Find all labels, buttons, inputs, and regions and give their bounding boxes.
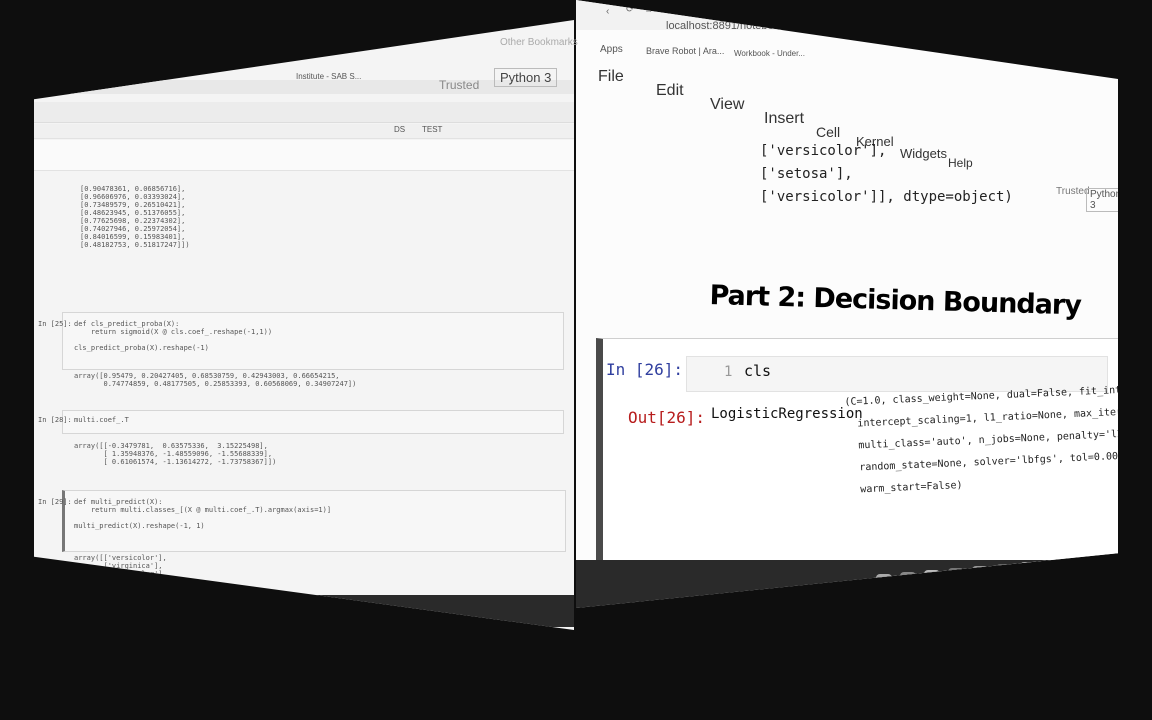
- bookmark-ds[interactable]: DS: [394, 125, 405, 134]
- left-notebook-header: [34, 140, 574, 171]
- dock-app-icon[interactable]: [924, 570, 940, 586]
- bookmarks-bar: Apps Brave Robot | Ara... Workbook - Und…: [576, 40, 1118, 60]
- jupyter-menu-bar: File Edit View Insert Cell Kernel Widget…: [576, 60, 1118, 170]
- line-number: 1: [724, 364, 733, 380]
- menu-file[interactable]: File: [598, 68, 624, 86]
- dock-app-icon[interactable]: [102, 603, 118, 619]
- left-browser-bar: [34, 102, 574, 123]
- left-trusted-indicator[interactable]: Trusted: [439, 78, 479, 92]
- menu-view[interactable]: View: [710, 96, 744, 114]
- mac-menu-bar: ‹ ⟳ ⌂: [576, 0, 1118, 30]
- left-tab-title[interactable]: Institute - SAB S...: [296, 72, 361, 81]
- kernel-indicator[interactable]: Python 3: [1086, 188, 1118, 212]
- left-cell-3-code[interactable]: def multi_predict(X): return multi.class…: [74, 498, 331, 530]
- dock-app-icon[interactable]: [126, 603, 142, 619]
- back-arrow-icon[interactable]: ‹: [606, 6, 609, 17]
- right-dock: [576, 560, 1118, 608]
- left-browser-window: DS TEST Institute - SAB S... Trusted Pyt…: [34, 20, 574, 630]
- reload-icon[interactable]: ⟳: [626, 4, 634, 15]
- dock-app-icon[interactable]: [54, 603, 70, 619]
- left-cell-3-output: array([['versicolor'], ['virginica'], ['…: [74, 554, 167, 578]
- dock-app-icon[interactable]: [972, 566, 988, 582]
- menu-edit[interactable]: Edit: [656, 82, 684, 100]
- bookmark-test[interactable]: TEST: [422, 125, 442, 134]
- output-prompt: Out[26]:: [628, 408, 706, 427]
- bookmark-workbook[interactable]: Workbook - Under...: [734, 49, 805, 58]
- left-menu-strip: [34, 80, 574, 94]
- dock-app-icon[interactable]: [876, 574, 892, 590]
- previous-cell-output: ['versicolor'], ['setosa'], ['versicolor…: [760, 143, 1013, 205]
- home-icon[interactable]: ⌂: [646, 4, 652, 15]
- other-bookmarks[interactable]: Other Bookmarks: [500, 37, 578, 48]
- dock-app-icon[interactable]: [150, 603, 166, 619]
- left-dock: [34, 595, 574, 627]
- address-bar[interactable]: localhost:8891/notebooks/demo.ipynb: [666, 16, 1066, 38]
- menu-cell[interactable]: Cell: [816, 124, 840, 140]
- left-cell-1-output: array([0.95479, 0.20427405, 0.68530759, …: [74, 372, 357, 388]
- left-cell-2-output: array([[-0.3479781, 0.63575336, 3.152254…: [74, 442, 277, 466]
- left-bookmarks-bar: DS TEST: [34, 124, 574, 139]
- dock-app-icon[interactable]: [900, 572, 916, 588]
- bookmark-apps[interactable]: Apps: [600, 44, 623, 55]
- trusted-indicator[interactable]: Trusted: [1056, 186, 1090, 197]
- output-params: (C=1.0, class_weight=None, dual=False, f…: [844, 381, 1118, 496]
- bookmark-brave-robot[interactable]: Brave Robot | Ara...: [646, 46, 724, 56]
- left-kernel-indicator[interactable]: Python 3: [494, 68, 558, 87]
- right-browser-window: ‹ ⟳ ⌂ localhost:8891/notebooks/demo.ipyn…: [576, 0, 1118, 608]
- left-cell-1-code[interactable]: def cls_predict_proba(X): return sigmoid…: [74, 320, 272, 352]
- dock-app-icon[interactable]: [948, 568, 964, 584]
- dock-app-icon[interactable]: [996, 564, 1012, 580]
- left-cell-3-prompt: In [29]:: [38, 498, 72, 506]
- left-code-cell-2[interactable]: [62, 410, 564, 434]
- input-prompt: In [26]:: [606, 360, 684, 379]
- dock-app-icon[interactable]: [1020, 562, 1036, 578]
- left-cell-2-code[interactable]: multi.coef_.T: [74, 416, 129, 424]
- markdown-heading: Part 2: Decision Boundary: [709, 280, 1082, 322]
- left-prev-output: [0.90478361, 0.06856716], [0.96606976, 0…: [80, 185, 190, 249]
- dock-app-icon[interactable]: [174, 603, 190, 619]
- menu-insert[interactable]: Insert: [764, 110, 804, 128]
- dock-app-icon[interactable]: [78, 603, 94, 619]
- left-cell-2-prompt: In [28]:: [38, 416, 72, 424]
- url-text[interactable]: localhost:8891/notebooks/demo.ipynb: [666, 20, 851, 32]
- left-cell-1-prompt: In [25]:: [38, 320, 72, 328]
- output-class-name: LogisticRegression: [711, 406, 863, 422]
- cell-code[interactable]: cls: [744, 362, 771, 380]
